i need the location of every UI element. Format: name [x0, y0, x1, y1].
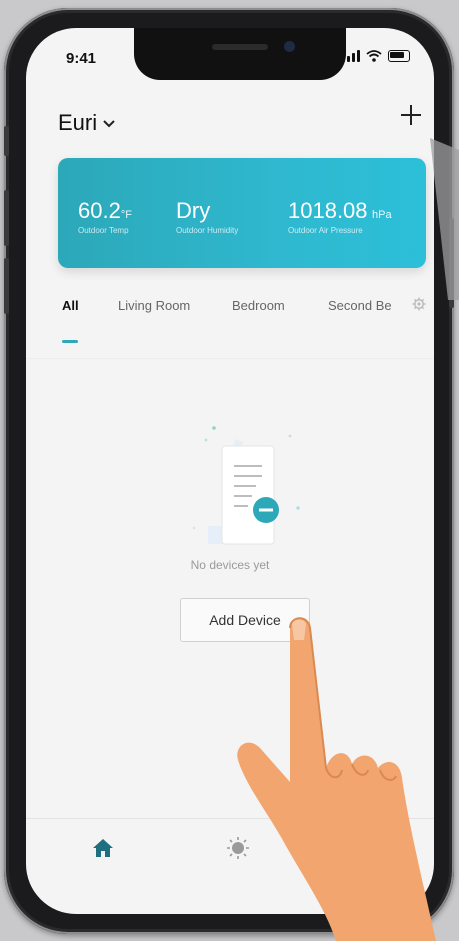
front-camera	[284, 41, 295, 52]
add-button[interactable]	[400, 102, 422, 132]
pressure-unit: hPa	[371, 209, 392, 221]
room-tabs: All Living Room Bedroom Second Be	[58, 298, 418, 328]
pressure-block: 1018.08 hPa Outdoor Air Pressure	[288, 198, 392, 235]
add-device-button[interactable]: Add Device	[180, 598, 310, 642]
plus-icon	[401, 105, 421, 125]
temp-block: 60.2°F Outdoor Temp	[78, 198, 132, 235]
power-button	[449, 218, 454, 308]
active-tab-indicator	[62, 340, 78, 343]
humidity-label: Outdoor Humidity	[176, 226, 239, 235]
temp-unit: °F	[120, 209, 132, 221]
status-time: 9:41	[66, 50, 97, 67]
chevron-down-icon	[103, 115, 115, 131]
home-selector[interactable]: Euri	[58, 110, 115, 136]
bottom-nav-divider	[26, 818, 434, 819]
wifi-icon	[366, 50, 382, 62]
tab-all[interactable]: All	[62, 298, 79, 313]
nav-home[interactable]	[92, 838, 114, 863]
humidity-value: Dry	[176, 198, 211, 223]
notch	[134, 28, 346, 80]
mute-switch	[4, 126, 9, 156]
sun-icon	[227, 837, 249, 859]
tab-divider	[26, 358, 434, 359]
status-icons	[342, 50, 410, 62]
temp-value: 60.2	[78, 198, 121, 223]
humidity-block: Dry Outdoor Humidity	[176, 198, 238, 235]
room-settings-button[interactable]	[412, 297, 426, 314]
volume-down-button	[4, 258, 9, 314]
gear-icon	[412, 297, 426, 311]
volume-up-button	[4, 190, 9, 246]
pressure-label: Outdoor Air Pressure	[288, 226, 363, 235]
battery-icon	[388, 50, 410, 62]
tab-living-room[interactable]: Living Room	[118, 298, 190, 313]
tab-bedroom[interactable]: Bedroom	[232, 298, 285, 313]
signal-icon	[342, 50, 360, 62]
app-screen: 9:41 Euri 60.2°F Outdoor Temp Dry Outdoo…	[26, 28, 434, 914]
speaker	[212, 44, 268, 50]
weather-card[interactable]: 60.2°F Outdoor Temp Dry Outdoor Humidity…	[58, 158, 426, 268]
empty-devices-illustration	[192, 426, 300, 545]
nav-scenes[interactable]	[226, 836, 250, 865]
empty-state-message: No devices yet	[190, 558, 270, 572]
pressure-value: 1018.08	[288, 198, 368, 223]
home-icon	[93, 839, 113, 857]
temp-label: Outdoor Temp	[78, 226, 129, 235]
phone-frame: 9:41 Euri 60.2°F Outdoor Temp Dry Outdoo…	[4, 8, 454, 934]
home-name: Euri	[58, 110, 98, 135]
tab-second-bedroom[interactable]: Second Be	[328, 298, 392, 313]
